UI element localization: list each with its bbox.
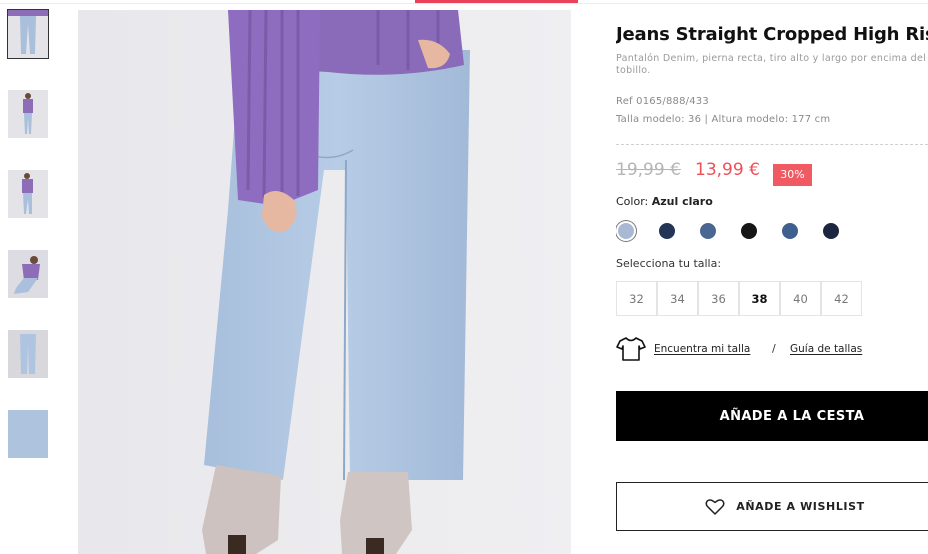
color-label: Color: (616, 195, 649, 208)
size-guide-link[interactable]: Guía de tallas (790, 343, 862, 355)
sale-price: 13,99 € (695, 160, 760, 180)
link-separator: / (772, 342, 776, 355)
color-selection-label: Color: Azul claro (616, 195, 713, 208)
thumbnail-3[interactable] (8, 170, 48, 218)
heart-icon (705, 498, 725, 515)
size-option[interactable]: 34 (657, 281, 698, 316)
color-value: Azul claro (651, 195, 713, 208)
thumbnail-6[interactable] (8, 410, 48, 458)
find-my-size-link[interactable]: Encuentra mi talla (654, 343, 750, 355)
thumbnail-5[interactable] (8, 330, 48, 378)
product-main-image[interactable] (78, 10, 571, 554)
product-description: Pantalón Denim, pierna recta, tiro alto … (616, 53, 927, 76)
size-option[interactable]: 38 (739, 281, 780, 316)
thumbnail-2[interactable] (8, 90, 48, 138)
dashed-divider (616, 144, 928, 145)
swatch-negro[interactable] (741, 223, 757, 239)
thumbnail-1[interactable] (7, 9, 49, 59)
size-option[interactable]: 36 (698, 281, 739, 316)
model-info: Talla modelo: 36 | Altura modelo: 177 cm (616, 114, 831, 125)
add-to-wishlist-button[interactable]: AÑADE A WISHLIST (616, 482, 928, 531)
original-price: 19,99 € (616, 160, 681, 180)
add-to-cart-button[interactable]: AÑADE A LA CESTA (616, 391, 928, 441)
thumbnail-4[interactable] (8, 250, 48, 298)
tshirt-icon (616, 337, 646, 361)
fit-links: Encuentra mi talla / Guía de tallas (616, 336, 928, 362)
color-swatches (616, 221, 856, 241)
swatch-azul-oscuro[interactable] (823, 223, 839, 239)
size-option[interactable]: 42 (821, 281, 862, 316)
product-reference: Ref 0165/888/433 (616, 96, 709, 107)
size-option[interactable]: 40 (780, 281, 821, 316)
swatch-azul-medio[interactable] (700, 223, 716, 239)
product-title: Jeans Straight Cropped High Rise (616, 24, 928, 45)
size-selection-label: Selecciona tu talla: (616, 257, 722, 270)
wishlist-label: AÑADE A WISHLIST (736, 500, 865, 513)
discount-badge: 30% (773, 164, 812, 186)
swatch-azul-marino[interactable] (659, 223, 675, 239)
swatch-azul-claro[interactable] (618, 223, 634, 239)
product-info-panel: Jeans Straight Cropped High Rise Pantaló… (616, 0, 928, 554)
swatch-azul[interactable] (782, 223, 798, 239)
size-option[interactable]: 32 (616, 281, 657, 316)
